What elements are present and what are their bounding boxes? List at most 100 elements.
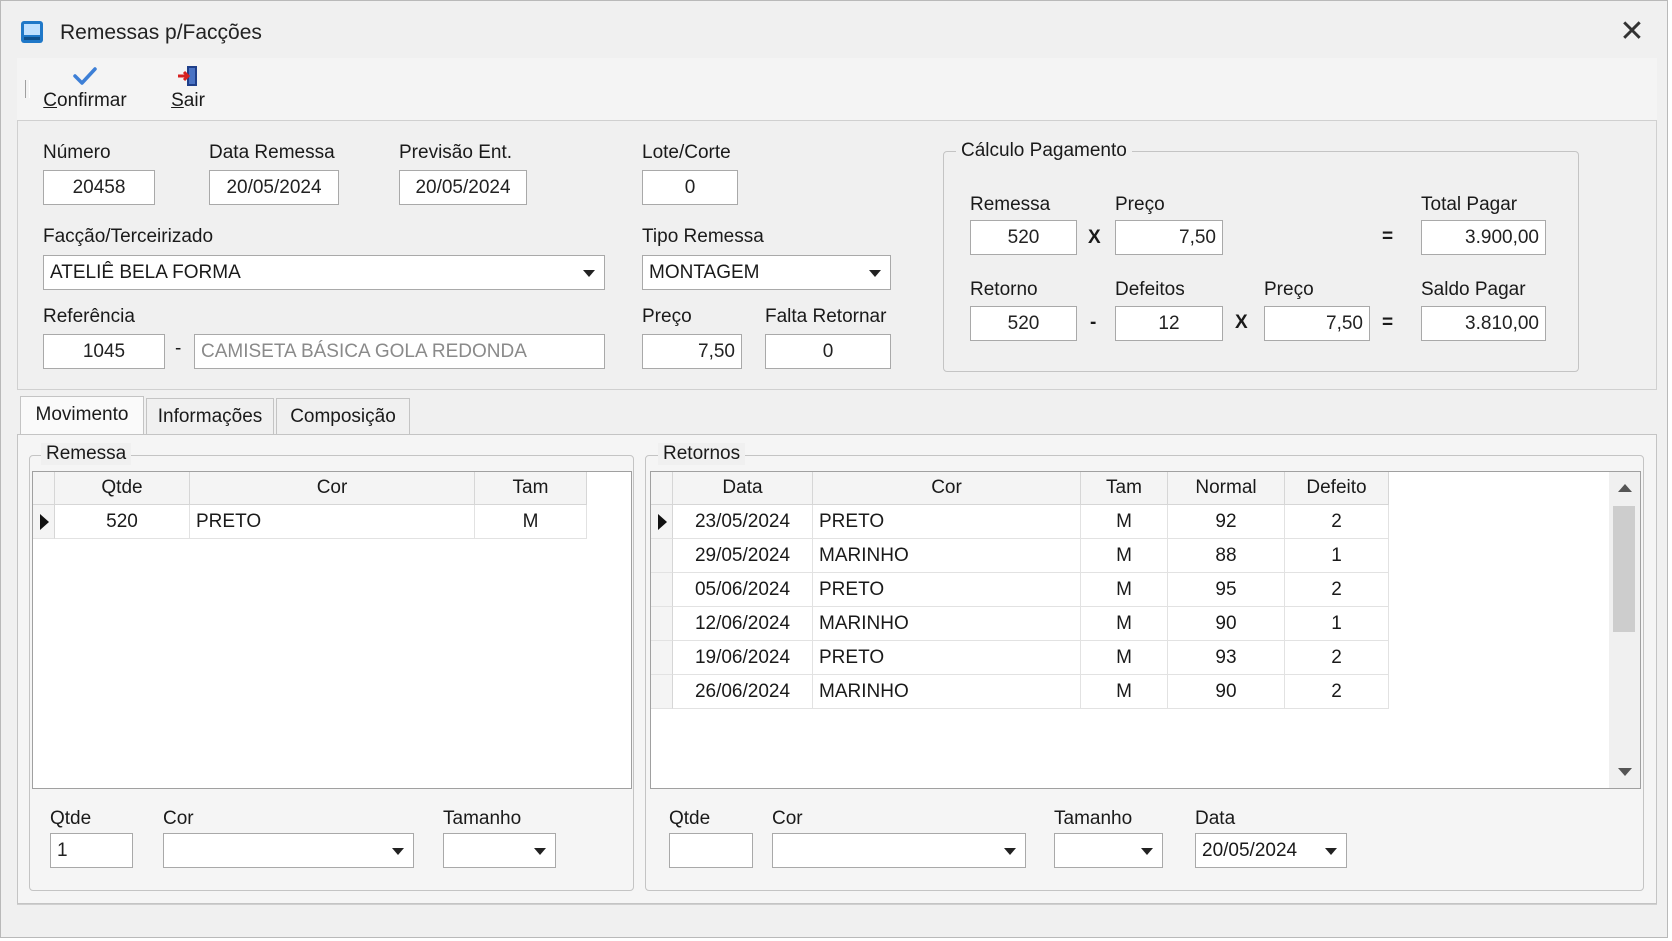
- tam-cell[interactable]: M: [475, 505, 587, 539]
- row-indicator: [651, 607, 673, 641]
- row-indicator: [651, 573, 673, 607]
- tipo-select[interactable]: MONTAGEM: [642, 255, 891, 290]
- row-indicator: [651, 675, 673, 709]
- retornos-grid[interactable]: Data Cor Tam Normal Defeito 23/05/2024 P…: [650, 471, 1641, 789]
- calc-retorno-label: Retorno: [970, 279, 1038, 300]
- vertical-scrollbar[interactable]: [1609, 472, 1640, 788]
- retornos-cor-select[interactable]: [772, 833, 1026, 868]
- cor-cell[interactable]: PRETO: [190, 505, 475, 539]
- data-cell[interactable]: 26/06/2024: [673, 675, 813, 709]
- equals-operator: =: [1382, 312, 1394, 333]
- tam-cell[interactable]: M: [1081, 539, 1168, 573]
- chevron-down-icon[interactable]: [869, 270, 881, 277]
- remessa-grid[interactable]: Qtde Cor Tam 520 PRETO M: [32, 471, 632, 789]
- row-indicator-header: [651, 472, 673, 505]
- defeito-cell[interactable]: 2: [1285, 573, 1389, 607]
- row-indicator: [33, 505, 55, 539]
- data-cell[interactable]: 29/05/2024: [673, 539, 813, 573]
- normal-cell[interactable]: 92: [1168, 505, 1285, 539]
- scrollbar-thumb[interactable]: [1613, 506, 1635, 632]
- data-cell[interactable]: 12/06/2024: [673, 607, 813, 641]
- data-cell[interactable]: 19/06/2024: [673, 641, 813, 675]
- tam-cell[interactable]: M: [1081, 641, 1168, 675]
- calc-remessa-label: Remessa: [970, 194, 1051, 215]
- chevron-down-icon[interactable]: [392, 848, 404, 855]
- data-cell[interactable]: 05/06/2024: [673, 573, 813, 607]
- retornos-qtde-input[interactable]: [669, 833, 753, 868]
- toolbar-grip: [25, 80, 30, 98]
- normal-cell[interactable]: 88: [1168, 539, 1285, 573]
- qtde-cell[interactable]: 520: [55, 505, 190, 539]
- normal-cell[interactable]: 90: [1168, 607, 1285, 641]
- tab-informacoes[interactable]: Informações: [146, 398, 274, 436]
- retornos-data-picker[interactable]: 20/05/2024: [1195, 833, 1347, 868]
- cor-cell[interactable]: MARINHO: [813, 607, 1081, 641]
- chevron-down-icon[interactable]: [1004, 848, 1016, 855]
- saldo-pagar-label: Saldo Pagar: [1421, 279, 1526, 300]
- tab-composicao[interactable]: Composição: [276, 398, 410, 436]
- retornos-cor-label: Cor: [772, 808, 803, 829]
- tipo-label: Tipo Remessa: [642, 226, 764, 247]
- calc-defeitos-label: Defeitos: [1115, 279, 1185, 300]
- window-title: Remessas p/Facções: [60, 21, 262, 44]
- previsao-field[interactable]: 20/05/2024: [399, 170, 527, 205]
- data-cell[interactable]: 23/05/2024: [673, 505, 813, 539]
- column-header[interactable]: Tam: [1081, 472, 1168, 505]
- remessa-title: Remessa: [41, 443, 132, 465]
- normal-cell[interactable]: 93: [1168, 641, 1285, 675]
- previsao-label: Previsão Ent.: [399, 142, 512, 163]
- cor-cell[interactable]: PRETO: [813, 573, 1081, 607]
- cor-cell[interactable]: PRETO: [813, 505, 1081, 539]
- chevron-down-icon[interactable]: [1325, 848, 1337, 855]
- tam-cell[interactable]: M: [1081, 505, 1168, 539]
- column-header[interactable]: Qtde: [55, 472, 190, 505]
- scroll-up-icon[interactable]: [1618, 484, 1632, 492]
- referencia-code-field[interactable]: 1045: [43, 334, 165, 369]
- preco-field[interactable]: 7,50: [642, 334, 742, 369]
- exit-button[interactable]: Sair: [166, 64, 210, 112]
- tab-movimento[interactable]: Movimento: [20, 396, 144, 438]
- tam-cell[interactable]: M: [1081, 675, 1168, 709]
- column-header[interactable]: Normal: [1168, 472, 1285, 505]
- column-header[interactable]: Tam: [475, 472, 587, 505]
- normal-cell[interactable]: 90: [1168, 675, 1285, 709]
- faccao-select[interactable]: ATELIÊ BELA FORMA: [43, 255, 605, 290]
- chevron-down-icon[interactable]: [583, 270, 595, 277]
- remessa-cor-select[interactable]: [163, 833, 414, 868]
- scroll-down-icon[interactable]: [1618, 768, 1632, 776]
- preco-label: Preço: [642, 306, 692, 327]
- chevron-down-icon[interactable]: [1141, 848, 1153, 855]
- remessa-cor-label: Cor: [163, 808, 194, 829]
- exit-label: Sair: [171, 90, 205, 111]
- column-header[interactable]: Defeito: [1285, 472, 1389, 505]
- faccao-value: ATELIÊ BELA FORMA: [50, 262, 241, 283]
- falta-field[interactable]: 0: [765, 334, 891, 369]
- data-remessa-field[interactable]: 20/05/2024: [209, 170, 339, 205]
- chevron-down-icon[interactable]: [534, 848, 546, 855]
- current-row-icon: [40, 514, 49, 530]
- lote-field[interactable]: 0: [642, 170, 738, 205]
- tam-cell[interactable]: M: [1081, 607, 1168, 641]
- toolbar: [17, 58, 1657, 121]
- faccao-label: Facção/Terceirizado: [43, 226, 214, 247]
- cor-cell[interactable]: MARINHO: [813, 539, 1081, 573]
- column-header[interactable]: Cor: [190, 472, 475, 505]
- cor-cell[interactable]: PRETO: [813, 641, 1081, 675]
- normal-cell[interactable]: 95: [1168, 573, 1285, 607]
- remessa-qtde-label: Qtde: [50, 808, 92, 829]
- remessa-tamanho-select[interactable]: [443, 833, 556, 868]
- close-icon[interactable]: ✕: [1614, 14, 1650, 50]
- confirm-button[interactable]: Confirmar: [42, 64, 128, 112]
- remessa-qtde-input[interactable]: 1: [50, 833, 133, 868]
- retornos-tamanho-select[interactable]: [1054, 833, 1163, 868]
- column-header[interactable]: Cor: [813, 472, 1081, 505]
- numero-field[interactable]: 20458: [43, 170, 155, 205]
- defeito-cell[interactable]: 2: [1285, 675, 1389, 709]
- defeito-cell[interactable]: 2: [1285, 641, 1389, 675]
- tam-cell[interactable]: M: [1081, 573, 1168, 607]
- cor-cell[interactable]: MARINHO: [813, 675, 1081, 709]
- defeito-cell[interactable]: 1: [1285, 607, 1389, 641]
- defeito-cell[interactable]: 1: [1285, 539, 1389, 573]
- column-header[interactable]: Data: [673, 472, 813, 505]
- defeito-cell[interactable]: 2: [1285, 505, 1389, 539]
